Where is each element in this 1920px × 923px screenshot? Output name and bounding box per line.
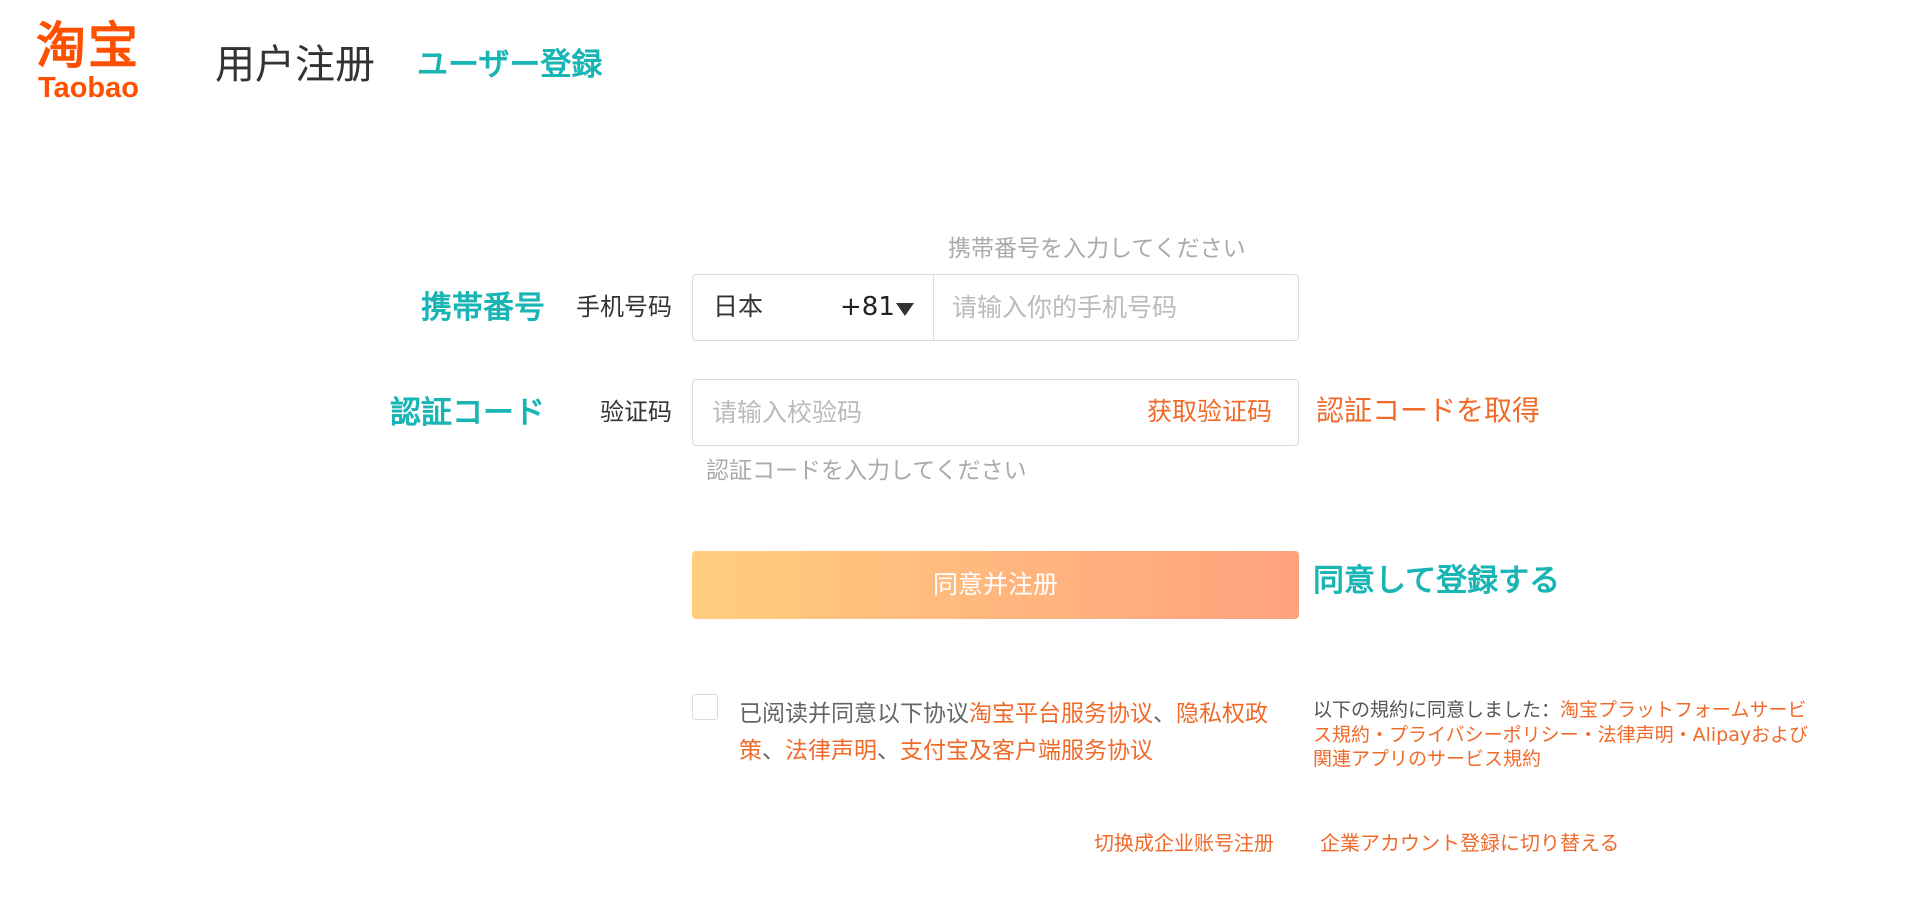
phone-label-jp: 携帯番号 [421,290,545,326]
country-code: +81 [840,292,895,322]
verify-field: 请输入校验码 获取验证码 [692,379,1299,446]
agreement-prefix-jp: 以下の規約に同意しました： [1313,699,1561,721]
agreement-text-jp: 以下の規約に同意しました：淘宝プラットフォームサービス規約・プライバシーポリシー… [1313,698,1818,772]
verify-label-jp: 認証コード [390,395,545,431]
switch-enterprise-label-jp: 企業アカウント登録に切り替える [1320,831,1620,855]
submit-label-jp: 同意して登録する [1313,563,1561,599]
agreement-text: 已阅读并同意以下协议淘宝平台服务协议、隐私权政策、法律声明、支付宝及客户端服务协… [739,696,1294,770]
page-title-jp: ユーザー登録 [417,47,603,83]
phone-input[interactable]: 请输入你的手机号码 [952,292,1282,324]
alipay-service-agreement-link[interactable]: 支付宝及客户端服务协议 [900,738,1153,764]
page-title: 用户注册 [215,42,375,88]
agreement-prefix: 已阅读并同意以下协议 [739,701,969,727]
phone-hint-jp: 携帯番号を入力してください [948,236,1246,262]
legal-statement-link[interactable]: 法律声明 [785,738,877,764]
phone-divider [933,275,934,340]
switch-enterprise-link[interactable]: 切换成企业账号注册 [1094,829,1274,857]
get-code-button[interactable]: 获取验证码 [1147,396,1272,428]
agree-register-button[interactable]: 同意并注册 [692,551,1299,619]
service-agreement-link[interactable]: 淘宝平台服务协议 [969,701,1153,727]
get-code-label-jp: 認証コードを取得 [1316,394,1541,427]
taobao-logo-cn[interactable]: 淘宝 [36,18,140,74]
chevron-down-icon [896,303,914,316]
phone-field: 日本 +81 请输入你的手机号码 [692,274,1299,341]
agreement-separator: 、 [1153,701,1176,727]
country-name: 日本 [713,292,764,321]
country-code-select[interactable]: 日本 +81 [693,275,933,340]
verify-code-input[interactable]: 请输入校验码 [712,397,1092,429]
agreement-checkbox[interactable] [692,694,718,720]
agreement-separator: 、 [877,738,900,764]
phone-label: 手机号码 [576,293,672,321]
taobao-logo-en[interactable]: Taobao [38,72,139,104]
verify-label: 验证码 [600,398,672,426]
agreement-separator: 、 [762,738,785,764]
verify-hint-jp: 認証コードを入力してください [706,458,1027,484]
